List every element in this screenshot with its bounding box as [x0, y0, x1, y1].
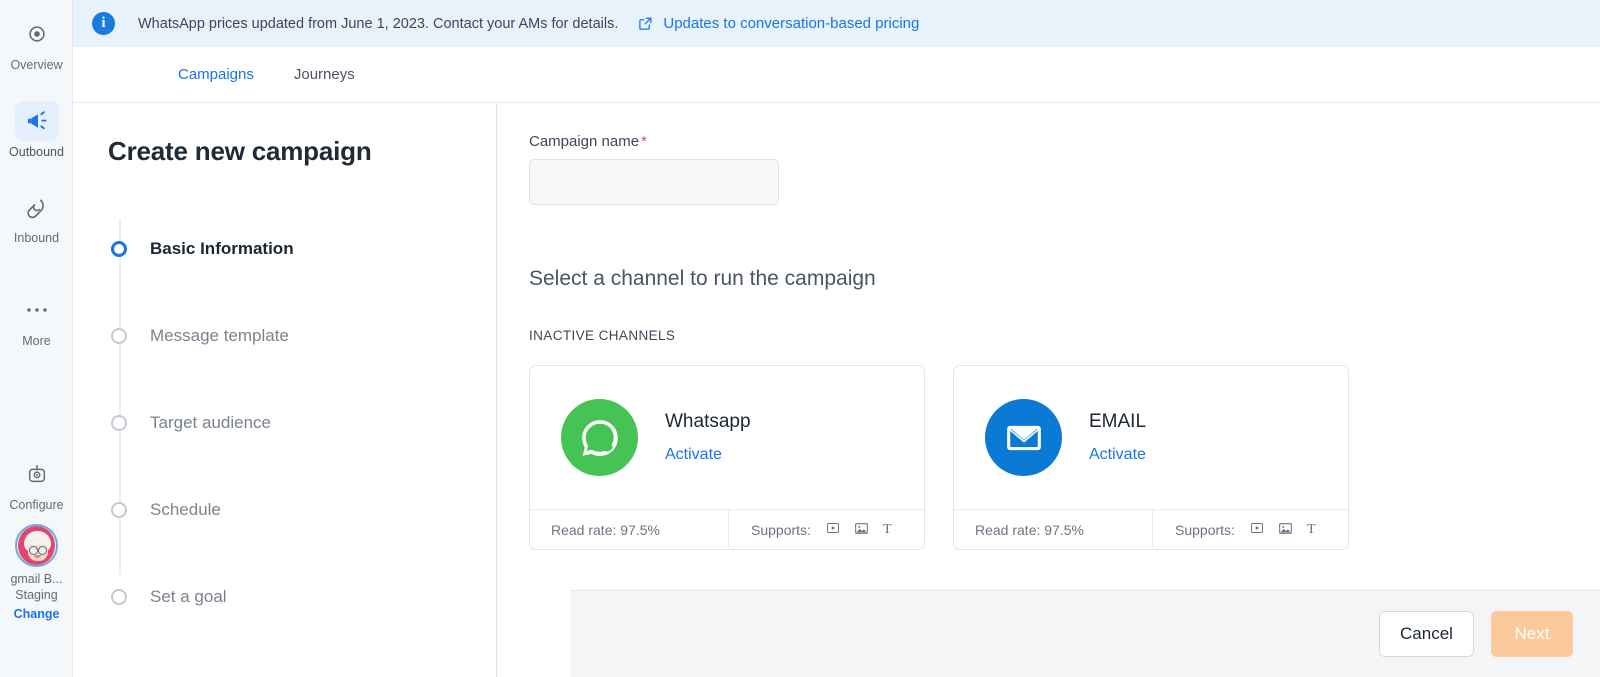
video-icon	[826, 521, 840, 538]
ellipsis-icon	[15, 290, 59, 330]
whatsapp-logo	[561, 399, 638, 476]
email-logo	[985, 399, 1062, 476]
channel-card-whatsapp[interactable]: Whatsapp Activate Read rate: 97.5% Suppo…	[529, 365, 925, 550]
magnet-icon	[15, 187, 59, 227]
eye-icon	[15, 14, 59, 54]
image-icon	[854, 521, 869, 539]
rail-item-outbound[interactable]: Outbound	[0, 99, 73, 159]
wizard-step-basic-information[interactable]: Basic Information	[108, 205, 496, 292]
rail-item-inbound-label: Inbound	[13, 231, 60, 245]
supports-label: Supports:	[1175, 521, 1235, 538]
cancel-button[interactable]: Cancel	[1379, 611, 1474, 657]
rail-item-more-label: More	[22, 334, 51, 348]
step-indicator-dot	[111, 588, 127, 605]
wizard-step-label: Schedule	[150, 499, 221, 519]
rail-item-overview-label: Overview	[10, 58, 63, 72]
wizard-step-label: Set a goal	[150, 586, 227, 606]
wizard-step-set-a-goal[interactable]: Set a goal	[108, 553, 496, 640]
page-title: Create new campaign	[108, 136, 372, 166]
external-link-icon	[638, 16, 653, 31]
step-indicator-dot	[111, 501, 127, 518]
avatar[interactable]	[15, 524, 58, 567]
step-indicator-dot	[111, 240, 127, 257]
wizard-step-schedule[interactable]: Schedule	[108, 466, 496, 553]
primary-nav-rail: Overview Outbound Inbound More Configure…	[0, 0, 73, 677]
rail-item-inbound[interactable]: Inbound	[0, 185, 73, 245]
wizard-step-message-template[interactable]: Message template	[108, 292, 496, 379]
rail-item-configure[interactable]: Configure	[0, 452, 73, 512]
channel-section-title: Select a channel to run the campaign	[529, 267, 876, 290]
rail-item-overview[interactable]: Overview	[0, 12, 73, 72]
channel-card-email[interactable]: EMAIL Activate Read rate: 97.5% Supports…	[953, 365, 1349, 550]
wizard-step-label: Basic Information	[150, 238, 294, 258]
wizard-steps: Basic Information Message template Targe…	[108, 205, 496, 640]
text-icon: T	[1306, 521, 1316, 537]
supported-media-icons: T	[1250, 521, 1316, 539]
pricing-notice-banner: i WhatsApp prices updated from June 1, 2…	[73, 0, 1600, 47]
campaign-name-label-text: Campaign name	[529, 133, 640, 150]
image-icon	[1278, 521, 1293, 539]
robot-icon	[15, 454, 59, 494]
next-button[interactable]: Next	[1491, 611, 1573, 657]
banner-message: WhatsApp prices updated from June 1, 202…	[138, 15, 619, 32]
banner-link[interactable]: Updates to conversation-based pricing	[663, 15, 919, 32]
info-icon: i	[92, 12, 115, 35]
account-name: gmail B...	[10, 572, 63, 586]
read-rate-whatsapp: Read rate: 97.5%	[530, 510, 729, 549]
account-switcher[interactable]: gmail B... Staging Change	[0, 524, 73, 621]
wizard-step-target-audience[interactable]: Target audience	[108, 379, 496, 466]
page-tabs: Campaigns Journeys	[73, 47, 1600, 103]
supports-label: Supports:	[751, 521, 811, 538]
tab-journeys[interactable]: Journeys	[294, 66, 355, 83]
supported-media-icons: T	[826, 521, 892, 539]
inactive-channels-heading: INACTIVE CHANNELS	[529, 328, 676, 343]
account-change-link[interactable]: Change	[14, 607, 60, 621]
wizard-step-label: Message template	[150, 325, 289, 345]
content-area: i WhatsApp prices updated from June 1, 2…	[73, 0, 1600, 677]
campaign-name-label: Campaign name *	[529, 133, 1600, 150]
channel-card-list: Whatsapp Activate Read rate: 97.5% Suppo…	[529, 365, 1600, 550]
rail-item-more[interactable]: More	[0, 288, 73, 348]
video-icon	[1250, 521, 1264, 538]
text-icon: T	[882, 521, 892, 537]
rail-item-outbound-label: Outbound	[9, 145, 64, 159]
tab-campaigns[interactable]: Campaigns	[178, 66, 254, 83]
channel-name: EMAIL	[1089, 411, 1147, 432]
campaign-name-input[interactable]	[529, 159, 779, 205]
account-environment: Staging	[15, 587, 58, 602]
wizard-step-label: Target audience	[150, 412, 271, 432]
channel-name: Whatsapp	[665, 411, 751, 432]
rail-item-configure-label: Configure	[9, 498, 64, 512]
activate-link-email[interactable]: Activate	[1089, 446, 1146, 464]
wizard-sidebar: Create new campaign Basic Information Me…	[73, 103, 497, 677]
app-root: Overview Outbound Inbound More Configure…	[0, 0, 1600, 677]
activate-link-whatsapp[interactable]: Activate	[665, 446, 751, 464]
step-indicator-dot	[111, 327, 127, 344]
read-rate-email: Read rate: 97.5%	[954, 510, 1153, 549]
wizard-footer: Cancel Next	[570, 590, 1600, 677]
required-marker: *	[641, 133, 647, 150]
megaphone-icon	[14, 101, 59, 141]
step-indicator-dot	[111, 414, 127, 431]
